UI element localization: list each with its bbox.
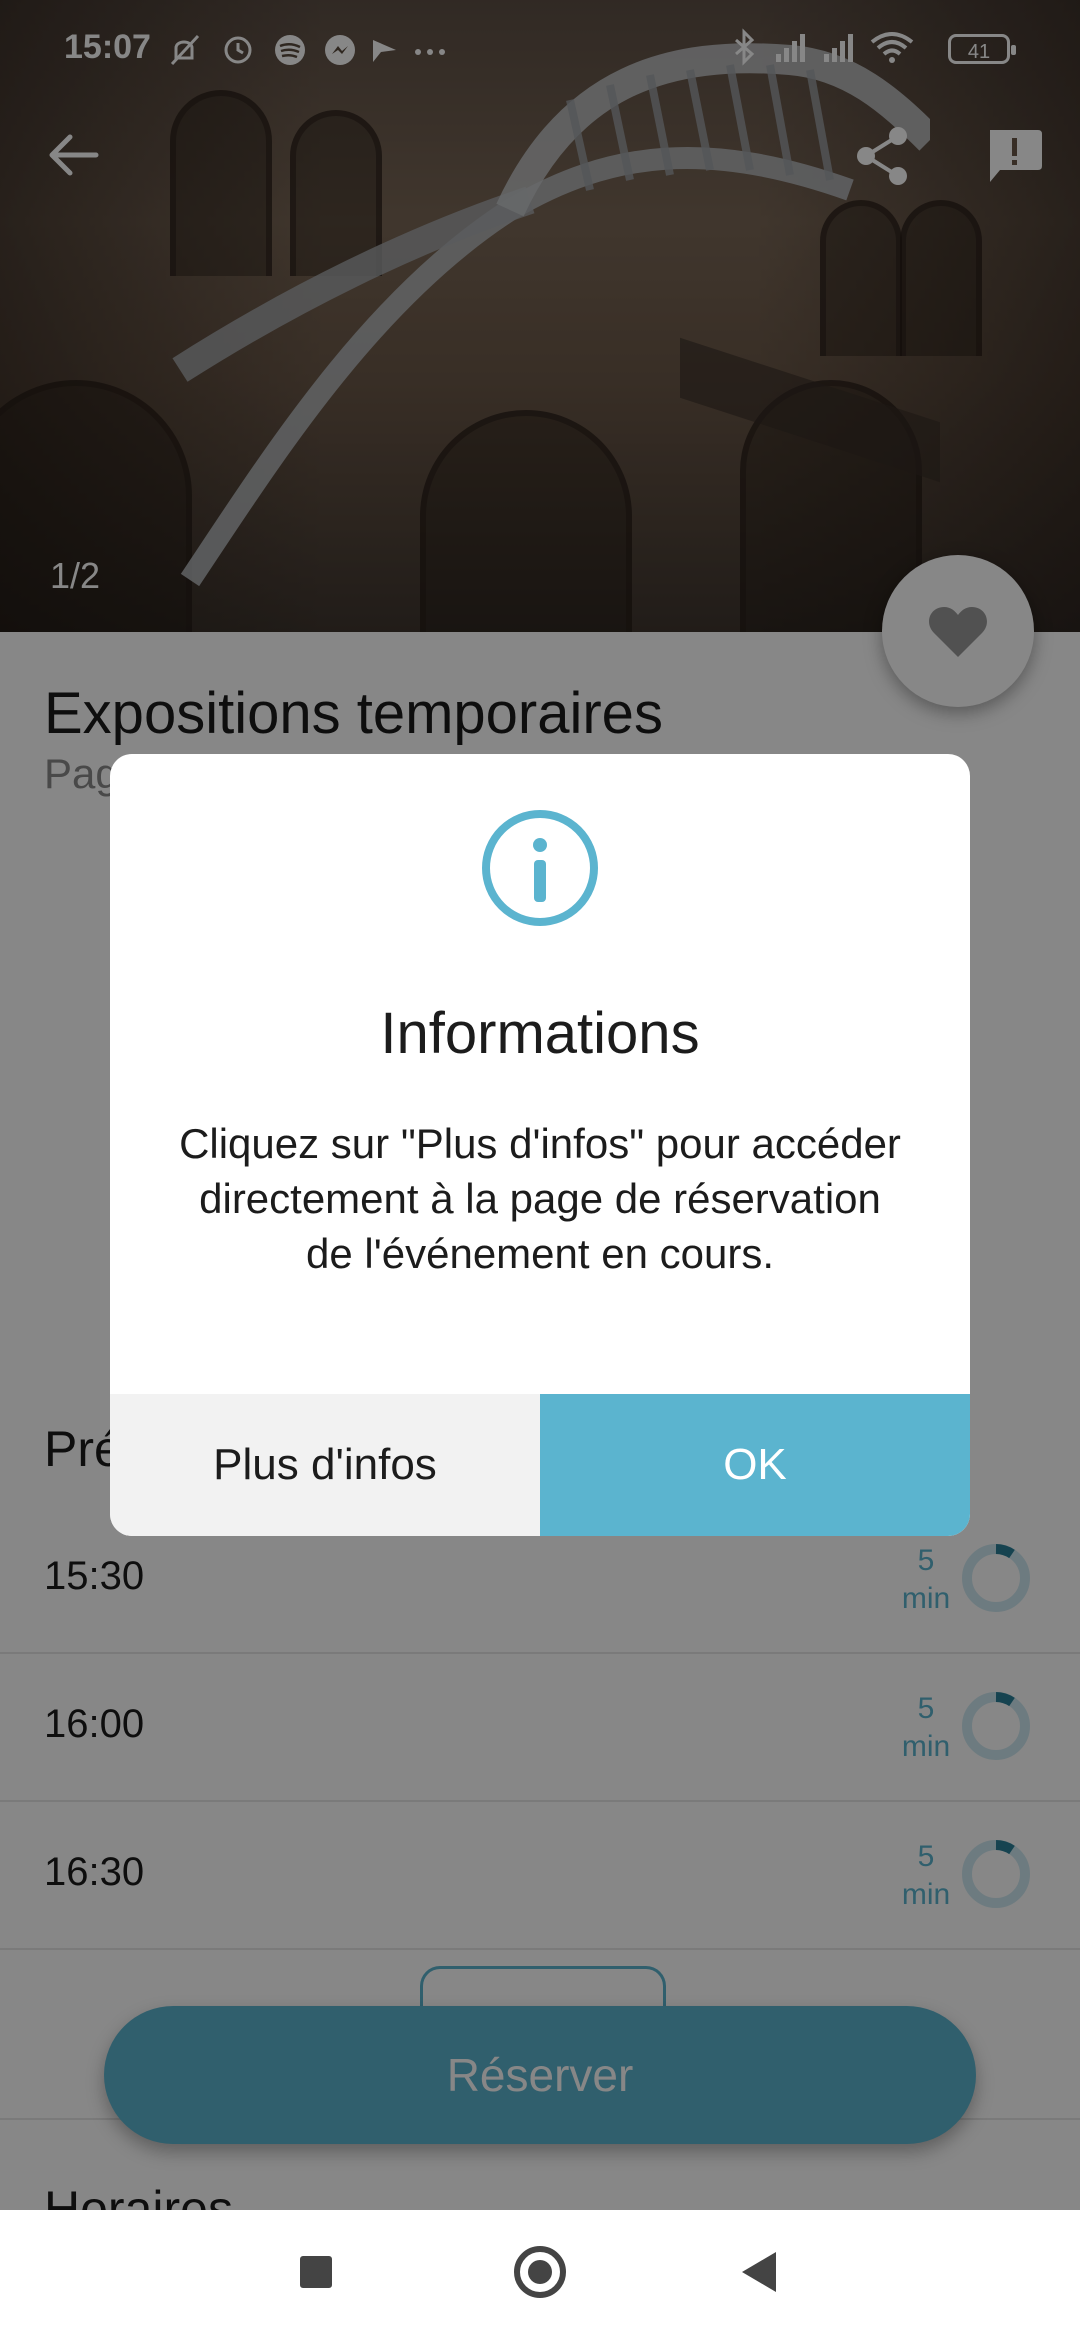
dialog-message: Cliquez sur "Plus d'infos" pour accéder … — [179, 1120, 901, 1277]
system-nav-bar — [0, 2210, 1080, 2340]
more-info-button[interactable]: Plus d'infos — [110, 1394, 540, 1536]
recents-icon[interactable] — [300, 2256, 332, 2288]
back-triangle-icon[interactable] — [742, 2252, 776, 2292]
ok-button[interactable]: OK — [540, 1394, 970, 1536]
info-dialog: Informations Cliquez sur "Plus d'infos" … — [110, 754, 970, 1536]
info-icon — [482, 810, 598, 926]
home-icon[interactable] — [514, 2246, 566, 2298]
dialog-title: Informations — [380, 1001, 700, 1066]
